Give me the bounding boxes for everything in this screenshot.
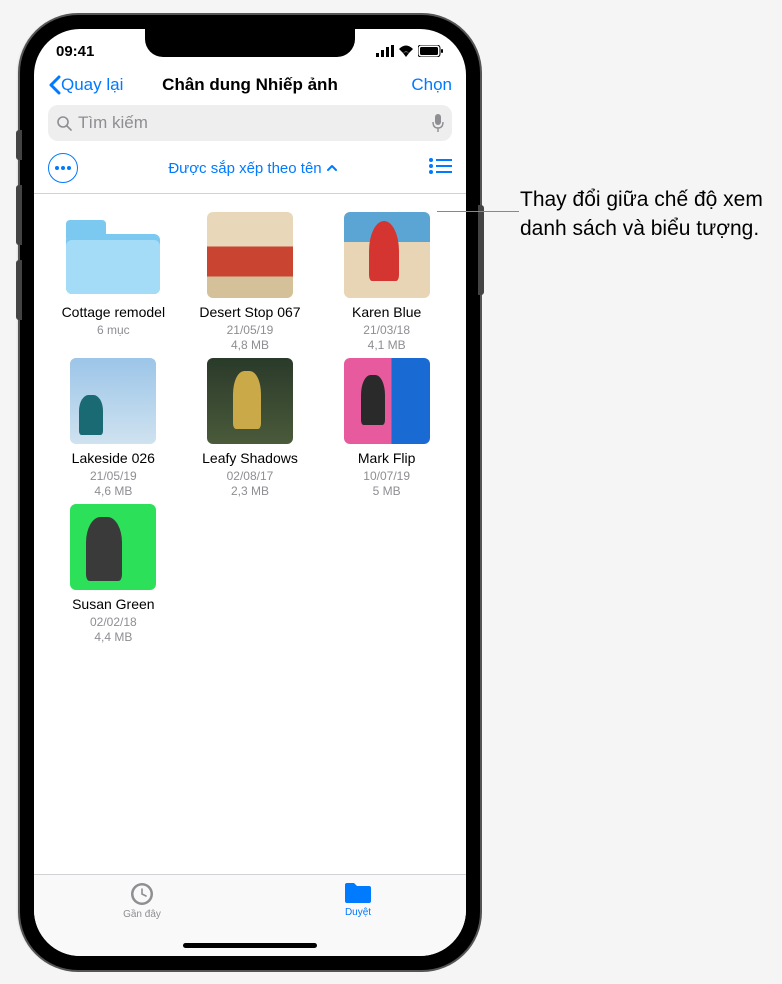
thumbnail <box>70 358 156 444</box>
item-name: Desert Stop 067 <box>183 304 318 321</box>
folder-icon <box>343 881 373 905</box>
chevron-up-icon <box>326 164 338 172</box>
item-size: 4,6 MB <box>46 484 181 500</box>
status-time: 09:41 <box>56 43 94 60</box>
sort-button[interactable]: Được sắp xếp theo tên <box>168 160 337 177</box>
item-name: Leafy Shadows <box>183 450 318 467</box>
item-name: Lakeside 026 <box>46 450 181 467</box>
file-item[interactable]: Mark Flip 10/07/19 5 MB <box>319 358 454 500</box>
screen: 09:41 Quay lại Chân dung Nhiếp ảnh Chọn … <box>34 29 466 956</box>
item-size: 2,3 MB <box>183 484 318 500</box>
battery-icon <box>418 45 444 57</box>
search-icon <box>56 115 72 131</box>
status-icons <box>376 45 444 57</box>
item-name: Cottage remodel <box>46 304 181 321</box>
item-name: Karen Blue <box>319 304 454 321</box>
item-date: 21/03/18 <box>319 323 454 339</box>
back-label: Quay lại <box>61 75 123 95</box>
item-date: 02/02/18 <box>46 615 181 631</box>
thumbnail <box>70 504 156 590</box>
thumbnail <box>207 212 293 298</box>
file-item[interactable]: Desert Stop 067 21/05/19 4,8 MB <box>183 212 318 354</box>
search-input[interactable]: Tìm kiếm <box>48 105 452 141</box>
thumbnail <box>344 358 430 444</box>
thumbnail <box>207 358 293 444</box>
sort-label: Được sắp xếp theo tên <box>168 160 321 177</box>
callout-line <box>437 211 519 212</box>
item-size: 4,8 MB <box>183 338 318 354</box>
thumbnail <box>344 212 430 298</box>
callout-text: Thay đổi giữa chế độ xem danh sách và bi… <box>520 185 770 244</box>
power-button <box>478 205 484 295</box>
phone-frame: 09:41 Quay lại Chân dung Nhiếp ảnh Chọn … <box>20 15 480 970</box>
volume-down-button <box>16 260 22 320</box>
nav-bar: Quay lại Chân dung Nhiếp ảnh Chọn <box>34 73 466 101</box>
file-item[interactable]: Leafy Shadows 02/08/17 2,3 MB <box>183 358 318 500</box>
silent-switch <box>16 130 22 160</box>
file-item[interactable]: Susan Green 02/02/18 4,4 MB <box>46 504 181 646</box>
select-button[interactable]: Chọn <box>411 75 452 95</box>
chevron-left-icon <box>48 75 61 95</box>
volume-up-button <box>16 185 22 245</box>
folder-item[interactable]: Cottage remodel 6 mục <box>46 212 181 354</box>
clock-icon <box>129 881 155 907</box>
file-grid: Cottage remodel 6 mục Desert Stop 067 21… <box>34 194 466 664</box>
item-date: 10/07/19 <box>319 469 454 485</box>
item-date: 21/05/19 <box>183 323 318 339</box>
page-title: Chân dung Nhiếp ảnh <box>162 75 338 95</box>
item-date: 21/05/19 <box>46 469 181 485</box>
list-icon <box>428 157 452 175</box>
item-meta: 6 mục <box>46 323 181 339</box>
item-date: 02/08/17 <box>183 469 318 485</box>
mic-icon[interactable] <box>432 114 444 132</box>
wifi-icon <box>398 45 414 57</box>
search-placeholder: Tìm kiếm <box>78 113 432 133</box>
item-size: 4,4 MB <box>46 630 181 646</box>
tab-label: Gần đây <box>123 909 161 920</box>
item-size: 5 MB <box>319 484 454 500</box>
folder-icon <box>66 218 160 294</box>
notch <box>145 29 355 57</box>
toolbar: Được sắp xếp theo tên <box>34 149 466 193</box>
cellular-icon <box>376 45 394 57</box>
home-indicator[interactable] <box>183 943 317 948</box>
file-item[interactable]: Karen Blue 21/03/18 4,1 MB <box>319 212 454 354</box>
back-button[interactable]: Quay lại <box>48 75 123 95</box>
ellipsis-icon <box>55 166 71 170</box>
item-name: Mark Flip <box>319 450 454 467</box>
item-size: 4,1 MB <box>319 338 454 354</box>
view-toggle-button[interactable] <box>428 157 452 180</box>
item-name: Susan Green <box>46 596 181 613</box>
more-button[interactable] <box>48 153 78 183</box>
file-item[interactable]: Lakeside 026 21/05/19 4,6 MB <box>46 358 181 500</box>
tab-label: Duyệt <box>345 907 371 918</box>
